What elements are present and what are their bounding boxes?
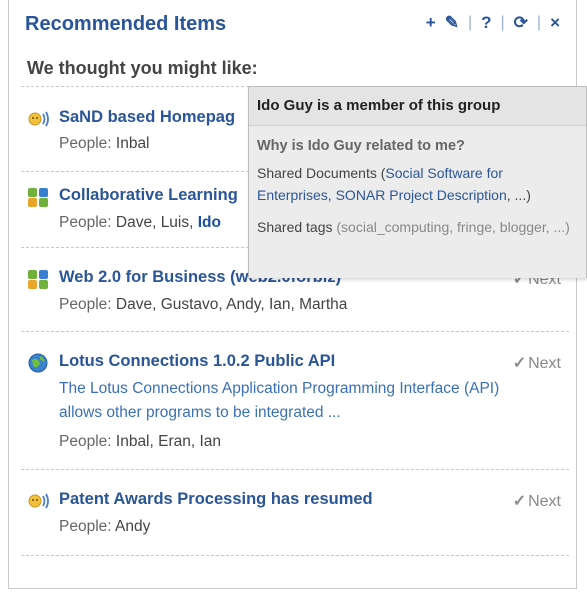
shared-docs-label: Shared Documents ( <box>257 165 386 181</box>
toolbar-divider: | <box>467 14 473 31</box>
item-people: People: Dave, Gustavo, Andy, Ian, Martha <box>59 296 347 314</box>
people-label: People: <box>59 135 112 152</box>
shared-tags-values: (social_computing, fringe, blogger, ...) <box>336 219 570 235</box>
toolbar-divider: | <box>536 14 542 31</box>
check-icon: ✓ <box>512 355 527 372</box>
people-label: People: <box>59 518 112 535</box>
shared-tags-label: Shared tags <box>257 219 333 235</box>
item-description: The Lotus Connections Application Progra… <box>59 380 500 421</box>
next-label: Next <box>528 355 561 372</box>
people-names: Inbal, Eran, Ian <box>115 433 222 450</box>
check-icon: ✓ <box>512 493 527 510</box>
tooltip-question: Why is Ido Guy related to me? <box>257 138 465 154</box>
tooltip-title: Ido Guy is a member of this group <box>257 97 501 114</box>
item-title[interactable]: SaND based Homepag <box>59 108 235 127</box>
item-people: People: Andy <box>59 518 150 536</box>
list-item: Patent Awards Processing has resumed ✓ Ne… <box>21 490 569 556</box>
shared-tags: Shared tags (social_computing, fringe, b… <box>257 216 577 238</box>
list-item: Lotus Connections 1.0.2 Public API ✓ Next… <box>21 352 569 470</box>
refresh-icon[interactable]: ⟳ <box>514 14 528 32</box>
widget-toolbar: + ✎ | ? | ⟳ | × <box>426 14 560 32</box>
item-title[interactable]: Patent Awards Processing has resumed <box>59 490 373 509</box>
toolbar-divider: | <box>500 14 505 31</box>
people-highlight[interactable]: Ido <box>198 214 221 231</box>
divider <box>21 469 569 470</box>
community-icon <box>27 186 51 208</box>
community-icon <box>27 268 51 290</box>
widget-header: Recommended Items + ✎ | ? | ⟳ | × <box>9 0 576 46</box>
next-label: Next <box>528 493 561 510</box>
item-people: People: Inbal <box>59 135 150 153</box>
shared-docs-tail: , ...) <box>506 187 531 203</box>
edit-icon[interactable]: ✎ <box>445 14 459 32</box>
people-names: Dave, Luis, <box>115 214 194 231</box>
item-people: People: Dave, Luis, Ido <box>59 214 221 232</box>
help-icon[interactable]: ? <box>481 14 491 32</box>
item-title[interactable]: Collaborative Learning <box>59 186 238 205</box>
add-icon[interactable]: + <box>426 14 436 32</box>
people-names: Dave, Gustavo, Andy, Ian, Martha <box>115 296 348 313</box>
widget-title: Recommended Items <box>25 13 227 35</box>
item-title[interactable]: Lotus Connections 1.0.2 Public API <box>59 352 335 371</box>
close-icon[interactable]: × <box>550 14 560 32</box>
people-names: Andy <box>115 518 151 535</box>
item-people: People: Inbal, Eran, Ian <box>59 433 221 451</box>
globe-icon <box>27 352 51 374</box>
people-names: Inbal <box>115 135 150 152</box>
people-speech-icon <box>27 108 51 130</box>
people-label: People: <box>59 296 112 313</box>
tooltip-body: Why is Ido Guy related to me? Shared Doc… <box>249 125 586 278</box>
divider <box>21 555 569 556</box>
people-speech-icon <box>27 490 51 512</box>
subheading: We thought you might like: <box>27 58 258 78</box>
divider <box>21 331 569 332</box>
people-label: People: <box>59 214 112 231</box>
relationship-tooltip: Ido Guy is a member of this group Why is… <box>248 86 587 278</box>
next-button[interactable]: ✓ Next <box>513 491 561 511</box>
next-button[interactable]: ✓ Next <box>513 353 561 373</box>
people-label: People: <box>59 433 112 450</box>
shared-documents: Shared Documents (Social Software for En… <box>257 162 577 206</box>
